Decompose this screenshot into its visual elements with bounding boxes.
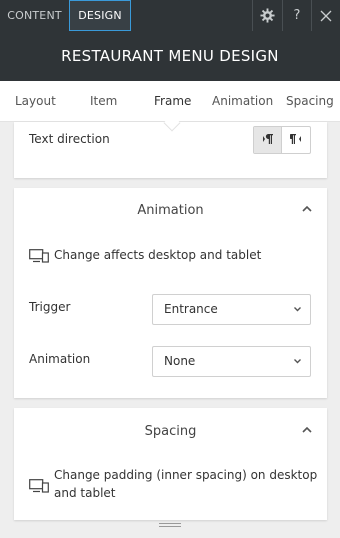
desktop-tablet-icon — [29, 478, 49, 497]
trigger-select[interactable]: Entrance — [152, 294, 311, 325]
tab-content[interactable]: CONTENT — [0, 0, 69, 31]
desktop-tablet-icon — [29, 248, 49, 267]
help-icon[interactable]: ? — [282, 0, 311, 31]
ltr-icon — [262, 133, 274, 148]
collapse-spacing-icon[interactable] — [302, 426, 312, 437]
trigger-select-value: Entrance — [164, 302, 218, 316]
animation-section-title[interactable]: Animation — [14, 203, 327, 218]
spacing-section: Spacing Change padding (inner spacing) o… — [14, 408, 327, 520]
chevron-down-icon — [293, 347, 302, 389]
spacing-device-note: Change padding (inner spacing) on deskto… — [54, 468, 318, 500]
animation-label: Animation — [29, 352, 91, 366]
animation-section: Animation Change affects desktop and tab… — [14, 188, 327, 398]
trigger-label: Trigger — [29, 300, 71, 314]
rtl-direction-button[interactable] — [282, 127, 310, 153]
text-direction-label: Text direction — [29, 132, 110, 146]
top-bar: CONTENT DESIGN ? — [0, 0, 340, 31]
resize-handle[interactable] — [159, 523, 181, 529]
tab-animation[interactable]: Animation — [212, 81, 273, 122]
tab-layout[interactable]: Layout — [15, 81, 56, 122]
panel-title-bar: RESTAURANT MENU DESIGN — [0, 31, 340, 81]
close-icon[interactable] — [311, 0, 340, 31]
spacing-section-title[interactable]: Spacing — [14, 424, 327, 439]
rtl-icon — [288, 133, 302, 148]
animation-select-value: None — [164, 354, 196, 368]
chevron-down-icon — [293, 295, 302, 337]
collapse-animation-icon[interactable] — [302, 205, 312, 216]
tab-spacing[interactable]: Spacing — [286, 81, 334, 122]
text-direction-toggle — [253, 126, 311, 154]
gear-icon[interactable] — [252, 0, 281, 31]
page-title: RESTAURANT MENU DESIGN — [61, 47, 279, 65]
ltr-direction-button[interactable] — [254, 127, 283, 153]
animation-select[interactable]: None — [152, 346, 311, 377]
tab-item[interactable]: Item — [90, 81, 117, 122]
animation-device-note: Change affects desktop and tablet — [54, 248, 262, 262]
tab-design[interactable]: DESIGN — [69, 0, 131, 31]
